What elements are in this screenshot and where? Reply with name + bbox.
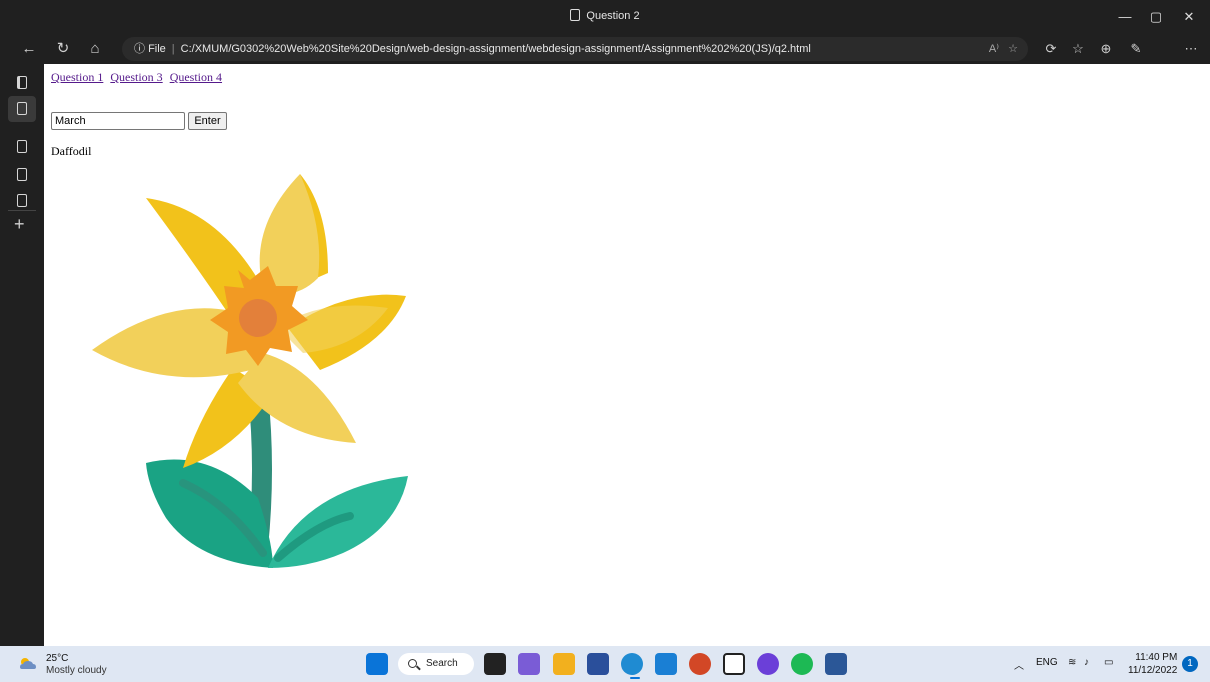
flower-name: Daffodil [51,144,92,158]
title-bar: Question 2 — ▢ ✕ [0,0,1210,34]
vscode-icon[interactable] [655,653,677,675]
volume-icon[interactable]: ♪ [1084,657,1089,668]
page-icon [17,102,27,115]
scheme-label: File [148,43,166,55]
word-icon[interactable] [825,653,847,675]
store-icon[interactable] [587,653,609,675]
weather-temperature: 25°C [46,653,69,664]
language-indicator[interactable]: ENG [1036,657,1058,668]
address-actions: A⁾ ☆ [989,37,1018,61]
notion-icon[interactable] [723,653,745,675]
windows-start-icon[interactable] [366,653,388,675]
back-icon[interactable]: ← [18,38,40,60]
tab-page[interactable] [12,136,32,158]
daffodil-image [92,174,408,568]
tab-page[interactable] [12,190,32,212]
vertical-tabs-sidebar: + [0,64,44,646]
running-indicator [630,677,640,679]
read-aloud-icon[interactable]: A⁾ [989,43,999,55]
page-icon [17,168,27,181]
tab-page[interactable] [12,164,32,186]
tray-overflow-icon[interactable]: ︿ [1014,657,1024,672]
clock-time: 11:40 PM [1135,652,1178,663]
minimize-button[interactable]: — [1114,6,1136,28]
clock[interactable]: 11:40 PM 11/12/2022 [1128,651,1177,677]
question-links: Question 1 Question 3 Question 4 [51,70,226,85]
weather-condition: Mostly cloudy [46,665,107,676]
favorites-icon[interactable]: ☆ [1067,38,1089,60]
close-button[interactable]: ✕ [1178,6,1200,28]
profile-icon[interactable]: ✎ [1125,38,1147,60]
notification-badge[interactable]: 1 [1182,656,1198,672]
file-explorer-icon[interactable] [553,653,575,675]
divider [8,210,36,211]
taskbar-search[interactable]: Search [398,653,474,675]
tab-actions-icon[interactable] [12,72,32,94]
info-icon: ⓘ [134,43,145,55]
trumpet-center [239,299,277,337]
enter-button[interactable]: Enter [188,112,227,130]
favorite-add-icon[interactable]: ☆ [1008,43,1018,55]
page-icon [17,140,27,153]
more-icon[interactable]: ⋯ [1180,38,1202,60]
tab-question-2[interactable] [8,96,36,122]
edge-icon[interactable] [621,653,643,675]
link-question-3[interactable]: Question 3 [110,70,162,84]
battery-icon[interactable]: ▭ [1104,657,1113,668]
collections-icon[interactable]: ⊕ [1095,38,1117,60]
home-icon[interactable]: ⌂ [84,38,106,60]
new-tab-icon[interactable]: + [14,214,25,235]
powerpoint-icon[interactable] [689,653,711,675]
page-icon [570,9,581,21]
page-icon [17,194,27,207]
browser-toolbar: ← ↻ ⌂ ⓘ File | C:/XMUM/G0302%20Web%20Site%… [0,34,1210,64]
link-question-1[interactable]: Question 1 [51,70,103,84]
page-viewport: Question 1 Question 3 Question 4 Enter D… [44,64,1210,646]
window-title: Question 2 [0,9,1210,22]
address-bar[interactable]: ⓘ File | C:/XMUM/G0302%20Web%20Site%20Desi… [122,37,1028,61]
task-view-icon[interactable] [484,653,506,675]
cloud-sun-icon [20,658,36,669]
refresh-icon[interactable]: ↻ [52,38,74,60]
github-desktop-icon[interactable] [757,653,779,675]
link-question-4[interactable]: Question 4 [170,70,222,84]
clock-date: 11/12/2022 [1128,665,1178,676]
spotify-icon[interactable] [791,653,813,675]
extensions-icon[interactable]: ⟳ [1040,38,1062,60]
restore-button[interactable]: ▢ [1145,6,1167,28]
url-text: C:/XMUM/G0302%20Web%20Site%20Design/web-… [180,43,811,55]
chat-icon[interactable] [518,653,540,675]
taskbar: 25°C Mostly cloudy Search ︿ ENG ≋ ♪ ▭ 11… [0,646,1210,682]
month-input[interactable] [51,112,185,130]
search-icon [408,659,417,668]
wifi-icon[interactable]: ≋ [1068,657,1076,668]
